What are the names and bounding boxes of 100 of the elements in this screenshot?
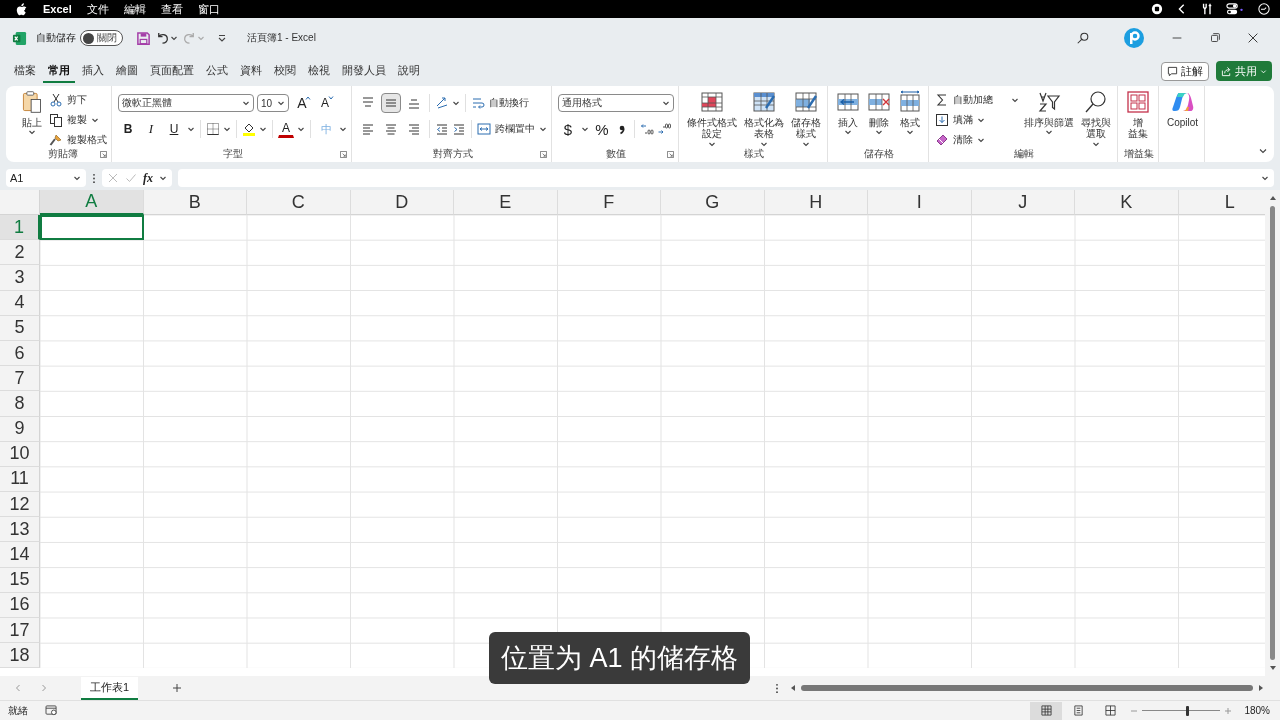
ribbon-tab[interactable]: 檔案 xyxy=(9,59,41,83)
ribbon-tab[interactable]: 頁面配置 xyxy=(145,59,199,83)
customize-icon[interactable] xyxy=(217,33,227,43)
orientation-icon[interactable] xyxy=(435,96,449,110)
decrease-indent-icon[interactable] xyxy=(435,122,449,136)
row-header[interactable]: 7 xyxy=(0,366,40,392)
font-name-dropdown[interactable]: 微軟正黑體 xyxy=(118,94,254,112)
row-header[interactable]: 13 xyxy=(0,517,40,543)
column-header[interactable]: F xyxy=(557,190,661,215)
row-header[interactable]: 1 xyxy=(0,215,40,241)
clock-icon[interactable] xyxy=(1258,3,1270,15)
cells-button[interactable]: 格式 xyxy=(896,89,924,137)
ribbon-tab[interactable]: 校閱 xyxy=(269,59,301,83)
dialog-launcher-icon[interactable] xyxy=(100,151,107,158)
add-ins-button[interactable]: 增 益集 xyxy=(1124,89,1152,140)
bold-button[interactable]: B xyxy=(118,119,138,139)
increase-indent-icon[interactable] xyxy=(452,122,466,136)
formula-input[interactable] xyxy=(178,169,1274,187)
column-header[interactable]: H xyxy=(764,190,868,215)
menu-item[interactable]: Excel xyxy=(43,3,72,15)
cut-button[interactable]: 剪下 xyxy=(49,91,107,109)
menu-item[interactable]: 窗口 xyxy=(197,1,220,17)
row-header[interactable]: 14 xyxy=(0,542,40,568)
currency-button[interactable]: $ xyxy=(558,119,578,139)
row-header[interactable]: 6 xyxy=(0,340,40,367)
undo-icon[interactable] xyxy=(155,30,170,46)
menu-item[interactable]: 查看 xyxy=(160,1,183,17)
row-header[interactable]: 8 xyxy=(0,391,40,417)
fill-color-icon[interactable] xyxy=(242,122,256,136)
styles-button[interactable]: 儲存格 樣式 xyxy=(789,89,823,149)
caret-icon[interactable] xyxy=(339,125,347,133)
font-color-button[interactable]: A xyxy=(278,120,294,138)
dialog-launcher-icon[interactable] xyxy=(667,151,674,158)
ribbon-tab[interactable]: 檢視 xyxy=(303,59,335,83)
caret-icon[interactable] xyxy=(187,125,195,133)
cells-button[interactable]: 刪除 xyxy=(865,89,893,137)
font-size-dropdown[interactable]: 10 xyxy=(257,94,289,112)
row-header[interactable]: 5 xyxy=(0,315,40,341)
styles-button[interactable]: 條件式格式 設定 xyxy=(685,89,739,149)
menu-item[interactable]: 編輯 xyxy=(123,1,146,17)
paste-button[interactable]: 貼上 xyxy=(18,89,46,137)
share-button[interactable]: 共用 xyxy=(1216,61,1272,81)
autosave-toggle[interactable]: 關閉 xyxy=(80,30,123,46)
row-header[interactable]: 16 xyxy=(0,592,40,618)
cells-button[interactable]: 插入 xyxy=(834,89,862,137)
row-header[interactable]: 11 xyxy=(0,466,40,493)
record-icon[interactable] xyxy=(1151,3,1163,15)
column-header[interactable]: L xyxy=(1178,190,1265,215)
more-icon[interactable] xyxy=(775,682,779,694)
row-header[interactable]: 4 xyxy=(0,290,40,316)
shrink-font-button[interactable]: A xyxy=(315,93,335,113)
caret-icon[interactable] xyxy=(259,125,267,133)
apple-icon[interactable] xyxy=(16,2,27,16)
save-icon[interactable] xyxy=(136,30,151,46)
styles-button[interactable]: 格式化為 表格 xyxy=(742,89,786,149)
accessibility-icon[interactable] xyxy=(45,705,58,716)
zoom-level[interactable]: 180% xyxy=(1244,705,1270,716)
format-painter-button[interactable]: 複製格式 xyxy=(49,131,107,149)
merge-center-button[interactable]: 跨欄置中 xyxy=(477,120,547,138)
column-header[interactable]: D xyxy=(350,190,454,215)
view-button[interactable] xyxy=(1030,701,1063,720)
caret-icon[interactable] xyxy=(170,34,178,42)
column-header[interactable]: B xyxy=(143,190,247,215)
search-icon[interactable] xyxy=(1076,31,1090,45)
column-header[interactable]: A xyxy=(40,190,144,215)
control-center-icon[interactable] xyxy=(1226,3,1245,15)
ribbon-tab[interactable]: 繪圖 xyxy=(111,59,143,83)
row-header[interactable]: 12 xyxy=(0,492,40,518)
row-header[interactable]: 2 xyxy=(0,240,40,266)
ribbon-tab[interactable]: 資料 xyxy=(235,59,267,83)
ribbon-tab[interactable]: 插入 xyxy=(77,59,109,83)
caret-icon[interactable] xyxy=(581,125,589,133)
dialog-launcher-icon[interactable] xyxy=(340,151,347,158)
row-header[interactable]: 18 xyxy=(0,643,40,669)
restore-icon[interactable] xyxy=(1208,31,1222,45)
avatar-icon[interactable] xyxy=(1124,28,1144,48)
increase-decimal-icon[interactable] xyxy=(640,122,654,136)
percent-button[interactable]: % xyxy=(592,119,612,139)
column-header[interactable]: J xyxy=(971,190,1075,215)
sheet-tab[interactable]: 工作表1 xyxy=(81,676,139,700)
row-header[interactable]: 9 xyxy=(0,416,40,442)
vertical-scrollbar[interactable] xyxy=(1265,190,1280,676)
active-cell[interactable] xyxy=(40,215,144,241)
insert-function-button[interactable]: fx xyxy=(143,170,153,186)
column-header[interactable]: G xyxy=(661,190,765,215)
ribbon-tab[interactable]: 常用 xyxy=(43,59,75,83)
borders-icon[interactable] xyxy=(206,122,220,136)
decrease-decimal-icon[interactable] xyxy=(657,122,671,136)
grow-font-button[interactable]: A xyxy=(292,93,312,113)
find-select-button[interactable]: 尋找與 選取 xyxy=(1079,89,1113,149)
add-sheet-icon[interactable] xyxy=(172,683,183,693)
dialog-launcher-icon[interactable] xyxy=(540,151,547,158)
fill-button[interactable]: 填滿 xyxy=(935,111,1019,129)
italic-button[interactable]: I xyxy=(141,119,161,139)
column-header[interactable]: E xyxy=(454,190,558,215)
vertical-align-button[interactable] xyxy=(381,93,401,113)
row-header[interactable]: 3 xyxy=(0,265,40,291)
close-icon[interactable] xyxy=(1246,31,1260,45)
row-header[interactable]: 10 xyxy=(0,441,40,467)
more-icon[interactable] xyxy=(92,172,96,184)
